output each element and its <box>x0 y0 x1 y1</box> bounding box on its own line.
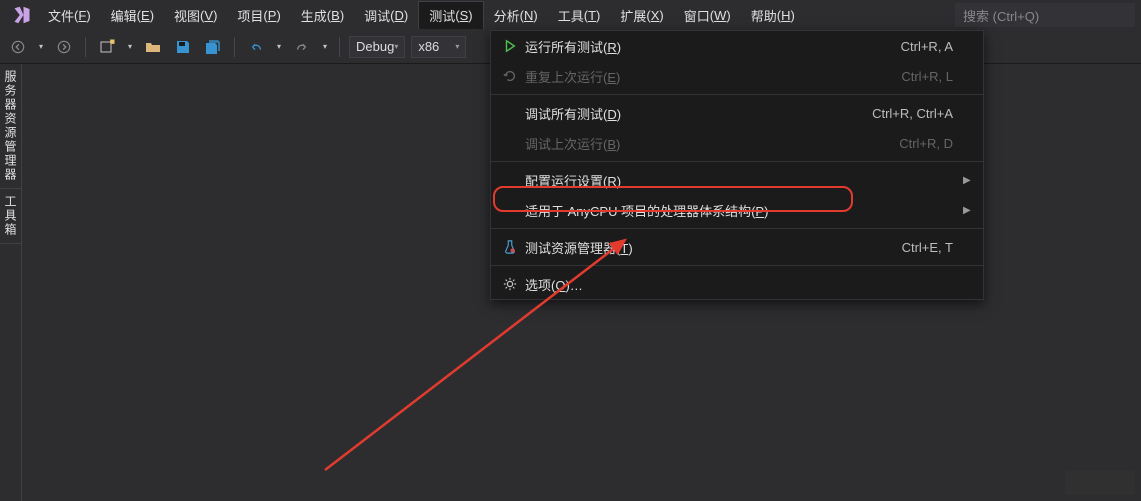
toolbar-separator <box>339 37 340 57</box>
nav-forward-button[interactable] <box>52 35 76 59</box>
menu-edit[interactable]: 编辑(E) <box>101 1 164 29</box>
open-file-button[interactable] <box>141 35 165 59</box>
side-tab-server-explorer[interactable]: 服务器资源管理器 <box>0 64 21 189</box>
beaker-icon <box>499 240 521 254</box>
menu-view[interactable]: 视图(V) <box>164 1 227 29</box>
chevron-down-icon: ▾ <box>394 42 398 51</box>
watermark <box>1065 471 1135 495</box>
menu-test-explorer[interactable]: 测试资源管理器(T) Ctrl+E, T <box>491 232 983 262</box>
search-input[interactable]: 搜索 (Ctrl+Q) <box>955 3 1135 27</box>
menu-analyze[interactable]: 分析(N) <box>484 1 548 29</box>
menu-processor-architecture[interactable]: 适用于 AnyCPU 项目的处理器体系结构(P) ▶ <box>491 195 983 225</box>
side-tab-strip: 服务器资源管理器 工具箱 <box>0 64 22 501</box>
nav-back-dropdown[interactable]: ▾ <box>36 42 46 51</box>
menu-separator <box>491 228 983 229</box>
menu-debug[interactable]: 调试(D) <box>354 1 418 29</box>
menu-extensions[interactable]: 扩展(X) <box>610 1 673 29</box>
save-button[interactable] <box>171 35 195 59</box>
nav-back-button[interactable] <box>6 35 30 59</box>
new-project-dropdown[interactable]: ▾ <box>125 42 135 51</box>
new-project-button[interactable] <box>95 35 119 59</box>
side-tab-toolbox[interactable]: 工具箱 <box>0 189 21 244</box>
menu-build[interactable]: 生成(B) <box>291 1 354 29</box>
menu-help[interactable]: 帮助(H) <box>741 1 805 29</box>
test-menu-dropdown: 运行所有测试(R) Ctrl+R, A 重复上次运行(E) Ctrl+R, L … <box>490 30 984 300</box>
gear-icon <box>499 277 521 291</box>
menu-separator <box>491 94 983 95</box>
menu-options[interactable]: 选项(O)… <box>491 269 983 299</box>
toolbar-separator <box>85 37 86 57</box>
config-selector[interactable]: Debug▾ <box>349 36 405 58</box>
menu-separator <box>491 161 983 162</box>
platform-selector[interactable]: x86▾ <box>411 36 466 58</box>
menu-file[interactable]: 文件(F) <box>38 1 101 29</box>
menu-test[interactable]: 测试(S) <box>418 1 483 29</box>
undo-dropdown[interactable]: ▾ <box>274 42 284 51</box>
menu-debug-last-run[interactable]: 调试上次运行(B) Ctrl+R, D <box>491 128 983 158</box>
chevron-right-icon: ▶ <box>963 205 975 216</box>
redo-dropdown[interactable]: ▾ <box>320 42 330 51</box>
menu-window[interactable]: 窗口(W) <box>674 1 741 29</box>
chevron-right-icon: ▶ <box>963 175 975 186</box>
menu-separator <box>491 265 983 266</box>
menu-run-all-tests[interactable]: 运行所有测试(R) Ctrl+R, A <box>491 31 983 61</box>
menu-project[interactable]: 项目(P) <box>227 1 290 29</box>
menu-repeat-last-run[interactable]: 重复上次运行(E) Ctrl+R, L <box>491 61 983 91</box>
search-placeholder: 搜索 (Ctrl+Q) <box>963 6 1039 25</box>
repeat-icon <box>499 69 521 83</box>
play-outline-icon <box>499 39 521 53</box>
undo-button[interactable] <box>244 35 268 59</box>
save-all-button[interactable] <box>201 35 225 59</box>
chevron-down-icon: ▾ <box>455 42 459 51</box>
app-logo <box>6 6 38 24</box>
menu-debug-all-tests[interactable]: 调试所有测试(D) Ctrl+R, Ctrl+A <box>491 98 983 128</box>
menu-configure-run-settings[interactable]: 配置运行设置(R) ▶ <box>491 165 983 195</box>
menubar: 文件(F) 编辑(E) 视图(V) 项目(P) 生成(B) 调试(D) 测试(S… <box>0 0 1141 30</box>
menu-tools[interactable]: 工具(T) <box>548 1 611 29</box>
toolbar-separator <box>234 37 235 57</box>
redo-button[interactable] <box>290 35 314 59</box>
